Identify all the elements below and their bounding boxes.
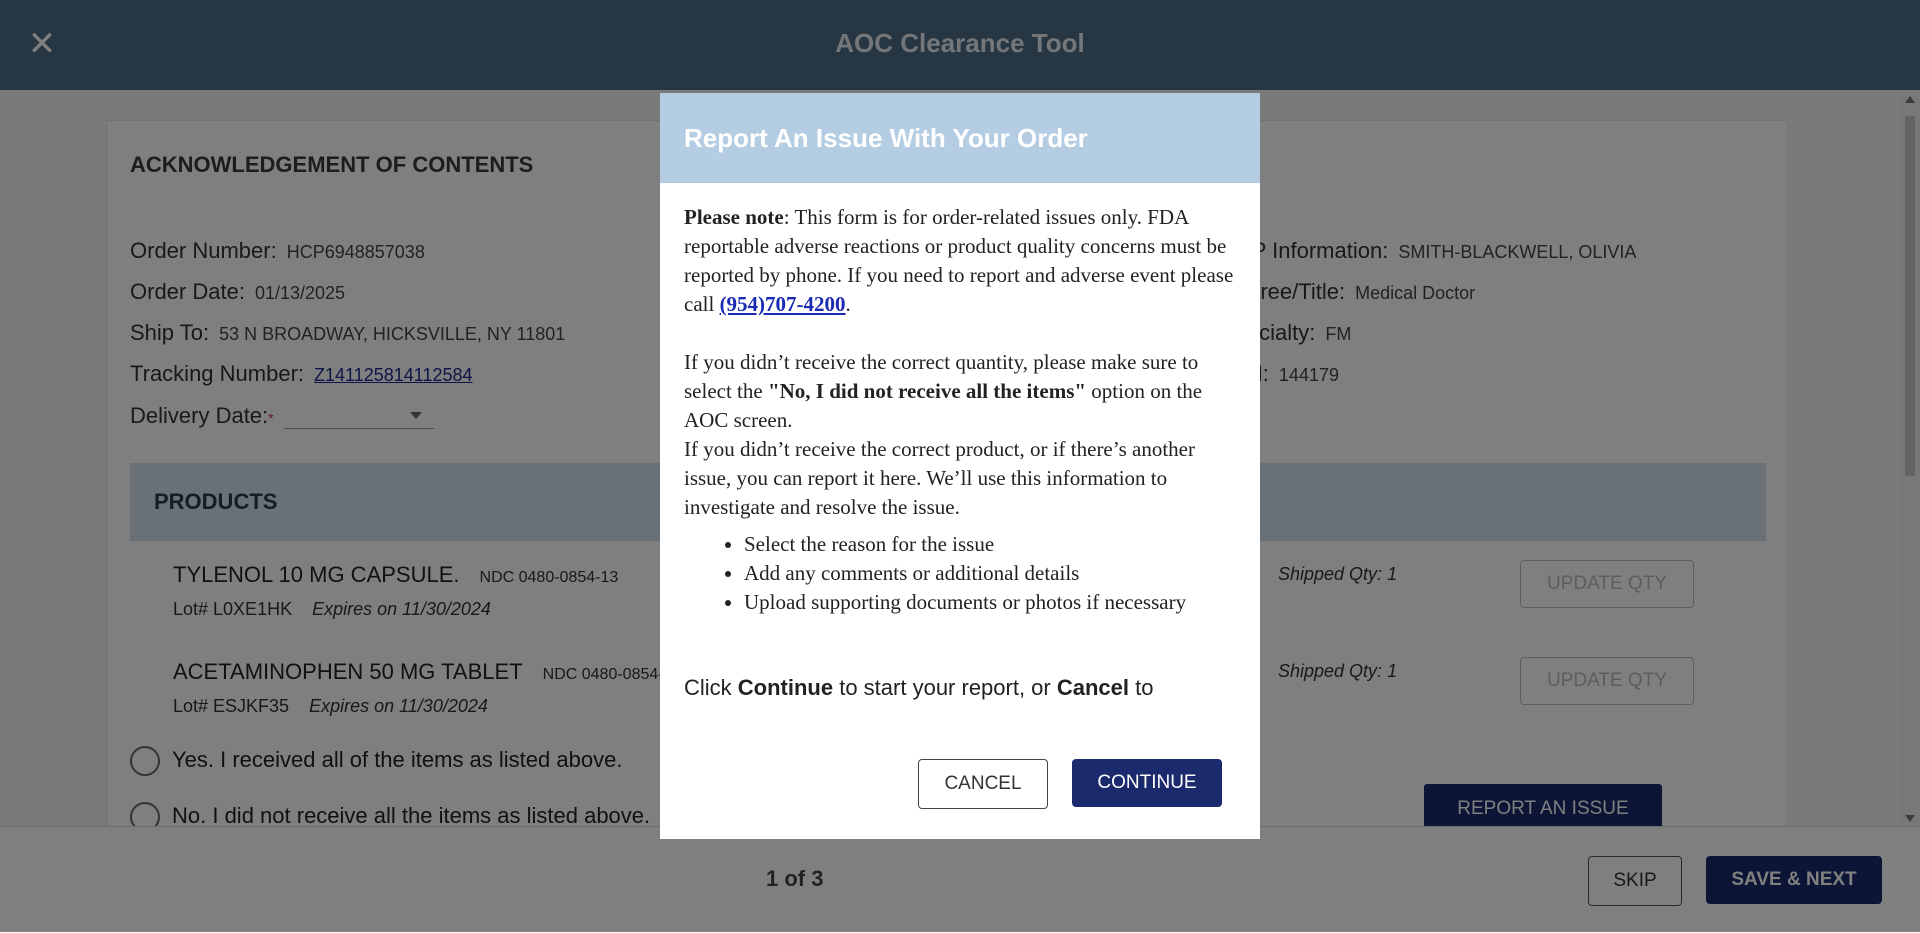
dialog-body: Please note: This form is for order-rela… — [684, 203, 1244, 617]
report-issue-dialog: Report An Issue With Your Order Please n… — [660, 93, 1260, 839]
click-continue: Continue — [737, 675, 834, 700]
note-period: . — [845, 292, 851, 316]
dialog-header: Report An Issue With Your Order — [660, 93, 1260, 183]
qty-bold: "No, I did not receive all the items" — [767, 379, 1087, 403]
quantity-paragraph: If you didn’t receive the correct quanti… — [684, 348, 1244, 435]
click-cancel: Cancel — [1056, 675, 1130, 700]
click-instructions: Click Continue to start your report, or … — [684, 675, 1153, 701]
list-item: Add any comments or additional details — [744, 559, 1244, 588]
list-item: Upload supporting documents or photos if… — [744, 588, 1244, 617]
click-pre: Click — [684, 675, 738, 700]
click-post: to — [1129, 675, 1154, 700]
note-paragraph: Please note: This form is for order-rela… — [684, 203, 1244, 319]
instructions-list: Select the reason for the issue Add any … — [684, 530, 1244, 617]
phone-link[interactable]: (954)707-4200 — [720, 292, 846, 316]
cancel-button[interactable]: CANCEL — [918, 759, 1048, 809]
continue-button[interactable]: CONTINUE — [1072, 759, 1222, 807]
list-item: Select the reason for the issue — [744, 530, 1244, 559]
product-paragraph: If you didn’t receive the correct produc… — [684, 437, 1195, 519]
click-mid: to start your report, or — [833, 675, 1057, 700]
dialog-title: Report An Issue With Your Order — [684, 123, 1088, 153]
note-bold: Please note — [684, 205, 784, 229]
